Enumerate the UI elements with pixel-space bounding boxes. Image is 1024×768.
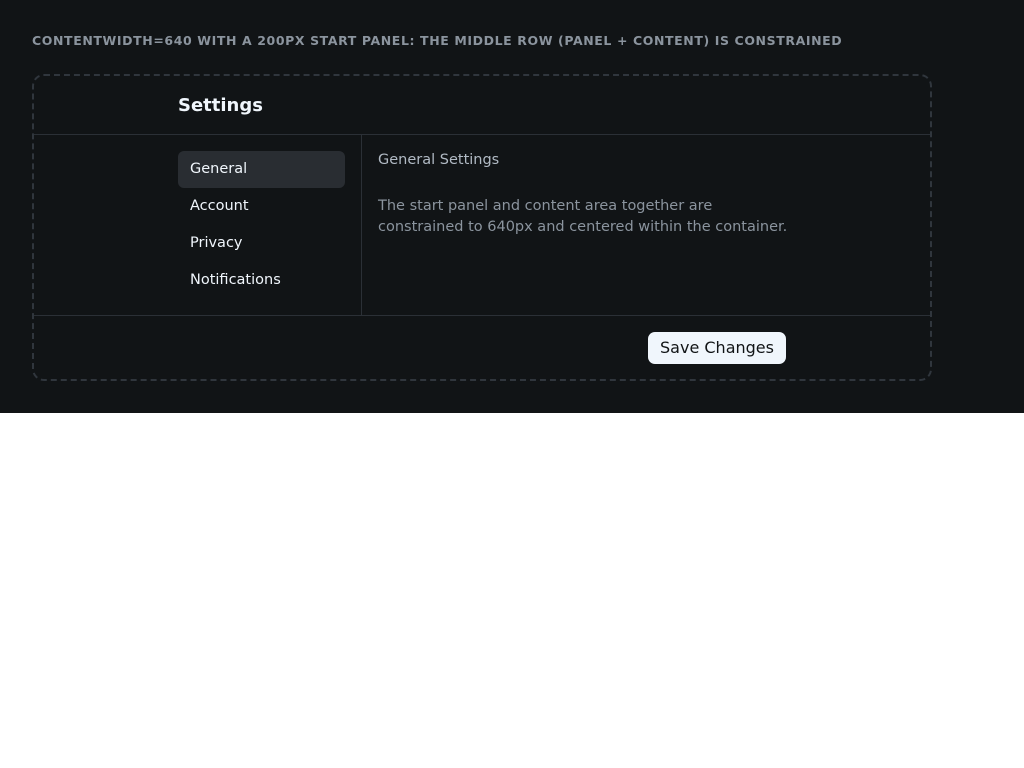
save-changes-button[interactable]: Save Changes xyxy=(648,332,786,364)
start-panel-nav: General Account Privacy Notifications xyxy=(178,135,362,315)
demo-stage: CONTENTWIDTH=640 WITH A 200PX START PANE… xyxy=(0,0,1024,413)
page-title: Settings xyxy=(178,95,263,116)
nav-item-general[interactable]: General xyxy=(178,151,345,188)
middle-row: General Account Privacy Notifications Ge… xyxy=(34,135,930,316)
demo-caption: CONTENTWIDTH=640 WITH A 200PX START PANE… xyxy=(32,33,843,48)
content-area: General Settings The start panel and con… xyxy=(378,135,898,315)
nav-item-notifications[interactable]: Notifications xyxy=(178,262,345,299)
section-description: The start panel and content area togethe… xyxy=(378,198,788,235)
footer-row: Save Changes xyxy=(34,316,930,379)
header-row: Settings xyxy=(34,76,930,135)
nav-item-privacy[interactable]: Privacy xyxy=(178,225,345,262)
section-title: General Settings xyxy=(378,152,500,168)
page-layout-frame: Settings General Account Privacy Notific… xyxy=(32,74,932,381)
nav-item-account[interactable]: Account xyxy=(178,188,345,225)
